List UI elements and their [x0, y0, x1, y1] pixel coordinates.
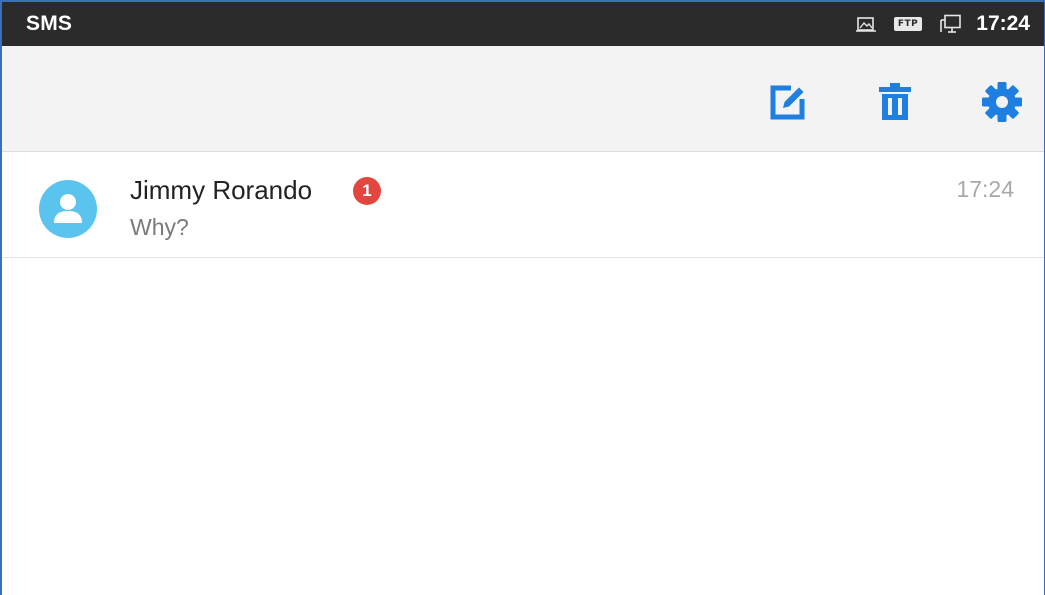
delete-button[interactable] [873, 80, 917, 124]
compose-button[interactable] [766, 80, 810, 124]
message-snippet: Why? [130, 214, 189, 240]
action-toolbar [2, 46, 1044, 152]
status-time: 17:24 [976, 12, 1030, 35]
compose-icon [770, 85, 805, 120]
unread-badge: 1 [353, 177, 381, 205]
sms-app-window: SMS FTP 17:24 Jimmy Rorando 1 Why? 17:24 [0, 0, 1045, 595]
conversation-time: 17:24 [956, 176, 1014, 202]
status-bar: SMS FTP 17:24 [2, 2, 1044, 46]
person-icon [54, 194, 82, 223]
gear-icon [982, 82, 1022, 122]
network-icon [940, 14, 962, 34]
screenshot-icon [855, 15, 876, 33]
ftp-label: FTP [893, 17, 923, 31]
conversation-list: Jimmy Rorando 1 Why? 17:24 [2, 152, 1044, 258]
ftp-icon: FTP [893, 17, 923, 31]
contact-name: Jimmy Rorando [130, 175, 313, 205]
trash-icon [879, 83, 911, 120]
conversation-item[interactable]: Jimmy Rorando 1 Why? 17:24 [2, 152, 1044, 258]
avatar [39, 180, 97, 238]
status-app-name: SMS [26, 12, 73, 35]
status-indicators: FTP 17:24 [838, 12, 1030, 36]
settings-button[interactable] [980, 80, 1024, 124]
